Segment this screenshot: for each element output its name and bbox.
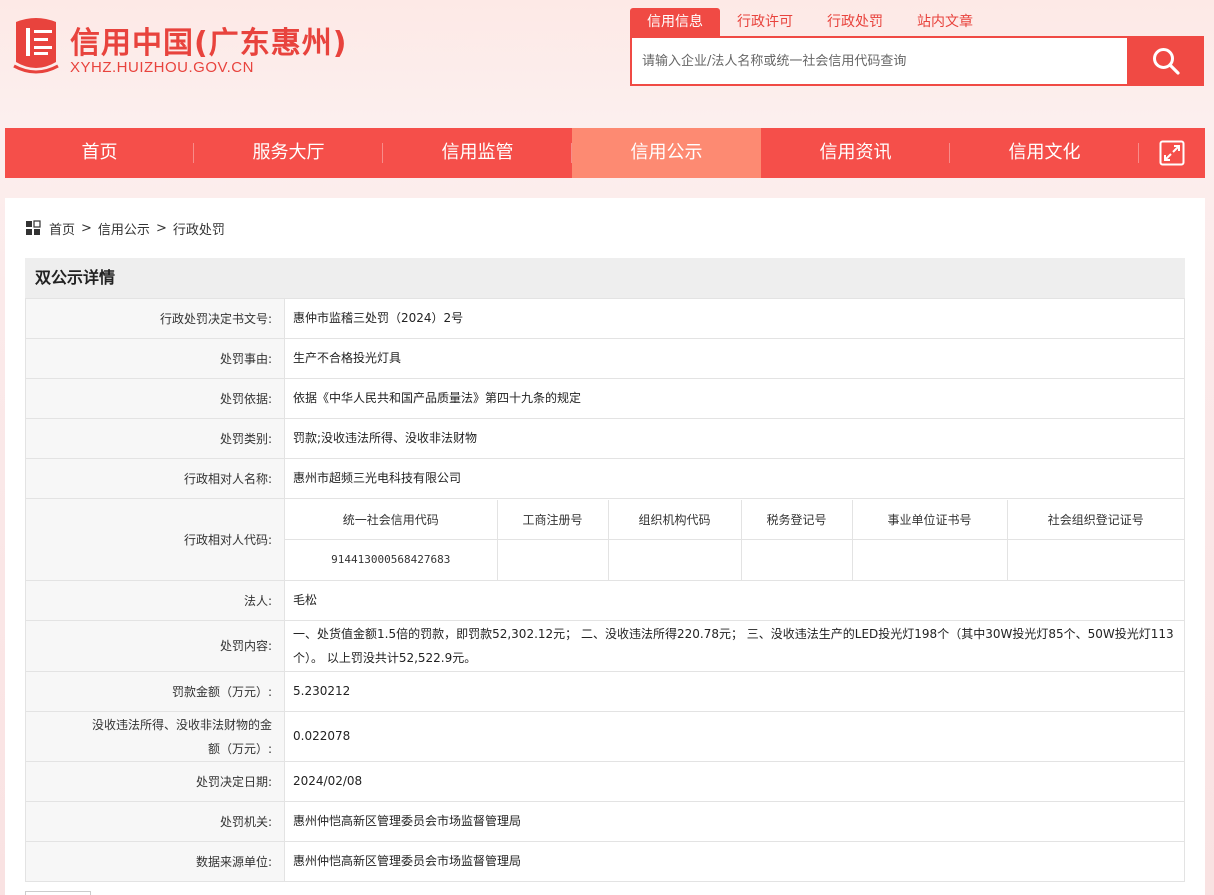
breadcrumb-separator: >: [155, 220, 167, 236]
breadcrumb-admin-penalty[interactable]: 行政处罚: [173, 219, 225, 238]
code-value: [1006, 539, 1184, 580]
row-label: 罚款金额（万元）:: [25, 671, 285, 712]
search-tab-admin-penalty[interactable]: 行政处罚: [810, 8, 900, 36]
party-code-cell: 统一社会信用代码 工商注册号 组织机构代码 税务登记号 事业单位证书号 社会组织…: [284, 498, 1185, 581]
nav-credit-disclosure[interactable]: 信用公示: [572, 128, 761, 178]
expand-button[interactable]: [1139, 128, 1205, 178]
row-label: 行政相对人名称:: [25, 458, 285, 499]
row-label: 处罚决定日期:: [25, 761, 285, 802]
site-title[interactable]: 信用中国(广东惠州): [70, 18, 347, 62]
row-value-authority: 惠州仲恺高新区管理委员会市场监督管理局: [284, 801, 1185, 842]
row-label: 处罚内容:: [25, 620, 285, 672]
expand-icon: [1159, 140, 1185, 166]
code-header: 社会组织登记证号: [1006, 499, 1184, 540]
detail-table: 行政处罚决定书文号: 惠仲市监稽三处罚（2024）2号 处罚事由: 生产不合格投…: [25, 298, 1185, 882]
nav-credit-news[interactable]: 信用资讯: [761, 128, 950, 178]
nav-home[interactable]: 首页: [5, 128, 194, 178]
row-value-category: 罚款;没收违法所得、没收非法财物: [284, 418, 1185, 459]
code-value: [496, 539, 609, 580]
table-row: 罚款金额（万元）: 5.230212: [25, 671, 1185, 712]
row-value-content: 一、处货值金额1.5倍的罚款，即罚款52,302.12元； 二、没收违法所得22…: [284, 620, 1185, 672]
code-header: 统一社会信用代码: [285, 499, 498, 540]
table-row: 行政相对人名称: 惠州市超频三光电科技有限公司: [25, 458, 1185, 499]
party-code-table: 统一社会信用代码 工商注册号 组织机构代码 税务登记号 事业单位证书号 社会组织…: [285, 499, 1184, 580]
site-header: 信用中国(广东惠州) XYHZ.HUIZHOU.GOV.CN 信用信息 行政许可…: [0, 0, 1214, 128]
table-row: 处罚机关: 惠州仲恺高新区管理委员会市场监督管理局: [25, 801, 1185, 842]
search-tab-site-articles[interactable]: 站内文章: [900, 8, 990, 36]
row-label: 处罚事由:: [25, 338, 285, 379]
code-value: [607, 539, 742, 580]
table-row: 处罚决定日期: 2024/02/08: [25, 761, 1185, 802]
search-input[interactable]: [630, 36, 1127, 86]
breadcrumb-credit-disclosure[interactable]: 信用公示: [98, 219, 150, 238]
row-value-confiscation: 0.022078: [284, 711, 1185, 762]
table-row: 处罚类别: 罚款;没收违法所得、没收非法财物: [25, 418, 1185, 459]
table-row: 行政相对人代码: 统一社会信用代码 工商注册号 组织机构代码 税务登记号 事业单…: [25, 498, 1185, 581]
row-value-reason: 生产不合格投光灯具: [284, 338, 1185, 379]
code-value: [851, 539, 1008, 580]
row-value-date: 2024/02/08: [284, 761, 1185, 802]
search-box: [630, 36, 1204, 86]
row-label: 行政相对人代码:: [25, 498, 285, 581]
search-tab-admin-license[interactable]: 行政许可: [720, 8, 810, 36]
back-button[interactable]: [25, 891, 91, 895]
row-value-fine: 5.230212: [284, 671, 1185, 712]
row-label: 没收违法所得、没收非法财物的金额（万元）:: [25, 711, 285, 762]
logo-icon[interactable]: [8, 12, 64, 78]
breadcrumb-home[interactable]: 首页: [49, 219, 75, 238]
row-value-basis: 依据《中华人民共和国产品质量法》第四十九条的规定: [284, 378, 1185, 419]
row-label: 法人:: [25, 580, 285, 621]
nav-credit-supervision[interactable]: 信用监管: [383, 128, 572, 178]
row-label: 处罚类别:: [25, 418, 285, 459]
table-row: 法人: 毛松: [25, 580, 1185, 621]
row-label: 数据来源单位:: [25, 841, 285, 882]
table-row: 没收违法所得、没收非法财物的金额（万元）: 0.022078: [25, 711, 1185, 762]
row-value-party-name: 惠州市超频三光电科技有限公司: [284, 458, 1185, 499]
main-nav: 首页 服务大厅 信用监管 信用公示 信用资讯 信用文化: [5, 128, 1205, 178]
breadcrumb: 首页 > 信用公示 > 行政处罚: [25, 219, 225, 238]
code-header-row: 统一社会信用代码 工商注册号 组织机构代码 税务登记号 事业单位证书号 社会组织…: [285, 499, 1184, 540]
table-row: 行政处罚决定书文号: 惠仲市监稽三处罚（2024）2号: [25, 298, 1185, 339]
row-label: 处罚依据:: [25, 378, 285, 419]
code-value-credit-code: 91441300056842​7683: [285, 539, 498, 580]
nav-service-hall[interactable]: 服务大厅: [194, 128, 383, 178]
search-tab-credit-info[interactable]: 信用信息: [630, 8, 720, 36]
code-header: 工商注册号: [496, 499, 609, 540]
row-value-doc-no: 惠仲市监稽三处罚（2024）2号: [284, 298, 1185, 339]
site-domain: XYHZ.HUIZHOU.GOV.CN: [70, 59, 254, 76]
nav-credit-culture[interactable]: 信用文化: [950, 128, 1139, 178]
table-row: 处罚事由: 生产不合格投光灯具: [25, 338, 1185, 379]
table-row: 处罚依据: 依据《中华人民共和国产品质量法》第四十九条的规定: [25, 378, 1185, 419]
breadcrumb-separator: >: [81, 220, 92, 236]
row-value-source: 惠州仲恺高新区管理委员会市场监督管理局: [284, 841, 1185, 882]
page-title: 双公示详情: [25, 258, 1185, 298]
content-panel: 首页 > 信用公示 > 行政处罚 双公示详情 行政处罚决定书文号: 惠仲市监稽三…: [5, 198, 1205, 895]
row-label: 行政处罚决定书文号:: [25, 298, 285, 339]
table-row: 处罚内容: 一、处货值金额1.5倍的罚款，即罚款52,302.12元； 二、没收…: [25, 620, 1185, 672]
code-header: 组织机构代码: [607, 499, 742, 540]
row-label: 处罚机关:: [25, 801, 285, 842]
table-row: 数据来源单位: 惠州仲恺高新区管理委员会市场监督管理局: [25, 841, 1185, 882]
search-icon: [1152, 48, 1180, 75]
grid-icon: [26, 220, 41, 235]
code-value-row: 91441300056842​7683: [285, 539, 1184, 580]
search-tabs: 信用信息 行政许可 行政处罚 站内文章: [630, 8, 990, 36]
code-header: 事业单位证书号: [851, 499, 1008, 540]
row-value-legal-person: 毛松: [284, 580, 1185, 621]
code-value: [740, 539, 853, 580]
search-button[interactable]: [1127, 36, 1204, 86]
code-header: 税务登记号: [740, 499, 853, 540]
